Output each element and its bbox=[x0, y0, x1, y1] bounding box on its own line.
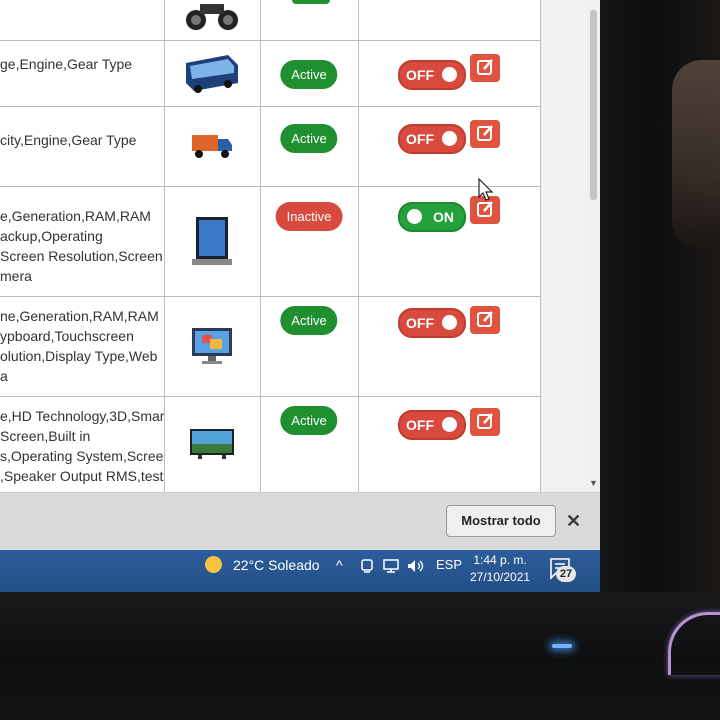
show-all-button[interactable]: Mostrar todo bbox=[446, 505, 556, 537]
clock[interactable]: 1:44 p. m. 27/10/2021 bbox=[470, 552, 530, 586]
language-indicator[interactable]: ESP bbox=[436, 557, 462, 572]
attributes-text: e,Generation,RAM,RAM ackup,Operating Scr… bbox=[0, 208, 163, 284]
image-cell bbox=[164, 106, 261, 186]
table-row: e,Generation,RAM,RAM ackup,Operating Scr… bbox=[0, 186, 541, 297]
actions-cell: OFF bbox=[358, 106, 541, 186]
edit-button[interactable] bbox=[470, 54, 500, 82]
monitor-screen: ge,Engine,Gear Type Active OFF city,Engi… bbox=[0, 0, 600, 592]
table-row bbox=[0, 0, 541, 41]
image-cell bbox=[164, 40, 261, 106]
windows-taskbar: 22°C Soleado ^ ESP 1:44 p. m. 27/10/2021 bbox=[0, 550, 600, 592]
actions-cell: ON bbox=[358, 186, 541, 296]
toggle-switch[interactable]: OFF bbox=[398, 60, 466, 90]
photo-scene: ge,Engine,Gear Type Active OFF city,Engi… bbox=[0, 0, 720, 720]
attributes-text: city,Engine,Gear Type bbox=[0, 132, 137, 148]
status-cell: Active bbox=[260, 396, 359, 492]
table-row: e,HD Technology,3D,Smart Screen,Built in… bbox=[0, 396, 541, 492]
image-cell bbox=[164, 396, 261, 492]
attributes-cell: ne,Generation,RAM,RAM ypboard,Touchscree… bbox=[0, 296, 165, 396]
clock-time: 1:44 p. m. bbox=[473, 553, 527, 567]
toggle-switch[interactable]: OFF bbox=[398, 410, 466, 440]
motorcycle-icon bbox=[186, 4, 238, 30]
actions-cell bbox=[358, 0, 541, 40]
laptop-icon bbox=[192, 217, 232, 265]
table-row: ge,Engine,Gear Type Active OFF bbox=[0, 40, 541, 107]
image-cell bbox=[164, 296, 261, 396]
bus-icon bbox=[186, 55, 238, 93]
status-cell: Inactive bbox=[260, 186, 359, 296]
attributes-text: ge,Engine,Gear Type bbox=[0, 56, 133, 72]
toggle-label: OFF bbox=[406, 315, 434, 331]
toggle-knob bbox=[442, 315, 457, 330]
edit-icon bbox=[477, 413, 493, 429]
edit-icon bbox=[477, 125, 493, 141]
volume-icon[interactable] bbox=[406, 558, 426, 574]
chevron-up-icon[interactable]: ^ bbox=[336, 557, 343, 573]
notification-count-badge: 27 bbox=[556, 566, 576, 582]
mouse-cursor-icon bbox=[478, 178, 494, 201]
truck-icon bbox=[192, 135, 232, 158]
table-row: ne,Generation,RAM,RAM ypboard,Touchscree… bbox=[0, 296, 541, 397]
vertical-scrollbar[interactable]: ▼ bbox=[586, 0, 600, 492]
edit-button[interactable] bbox=[470, 408, 500, 436]
toggle-knob bbox=[442, 131, 457, 146]
actions-cell: OFF bbox=[358, 296, 541, 396]
toggle-knob bbox=[442, 417, 457, 432]
tv-icon bbox=[190, 429, 234, 459]
edit-button[interactable] bbox=[470, 306, 500, 334]
scroll-down-arrow-icon[interactable]: ▼ bbox=[589, 478, 598, 488]
table-row: city,Engine,Gear Type Active OFF bbox=[0, 106, 541, 187]
close-icon[interactable]: ✕ bbox=[566, 511, 581, 532]
attributes-cell: ge,Engine,Gear Type bbox=[0, 40, 165, 106]
status-badge[interactable]: Active bbox=[280, 60, 338, 89]
toggle-switch[interactable]: OFF bbox=[398, 124, 466, 154]
actions-cell: OFF bbox=[358, 40, 541, 106]
attributes-text: ne,Generation,RAM,RAM ypboard,Touchscree… bbox=[0, 308, 159, 384]
status-badge[interactable]: Inactive bbox=[275, 202, 343, 231]
attributes-cell: city,Engine,Gear Type bbox=[0, 106, 165, 186]
download-notification-bar: Mostrar todo ✕ bbox=[0, 492, 600, 551]
products-table: ge,Engine,Gear Type Active OFF city,Engi… bbox=[0, 0, 541, 492]
toggle-label: OFF bbox=[406, 417, 434, 433]
status-badge[interactable]: Active bbox=[280, 406, 338, 435]
status-cell: Active bbox=[260, 296, 359, 396]
status-cell bbox=[260, 0, 359, 40]
edit-button[interactable] bbox=[470, 120, 500, 148]
toggle-label: ON bbox=[433, 209, 454, 225]
clock-date: 27/10/2021 bbox=[470, 570, 531, 584]
actions-cell: OFF bbox=[358, 396, 541, 492]
toggle-label: OFF bbox=[406, 67, 434, 83]
status-badge[interactable]: Active bbox=[280, 306, 338, 335]
status-badge[interactable]: Active bbox=[280, 124, 338, 153]
attributes-text: e,HD Technology,3D,Smart Screen,Built in… bbox=[0, 408, 164, 484]
sun-icon bbox=[205, 556, 222, 573]
weather-widget[interactable]: 22°C Soleado bbox=[233, 557, 320, 573]
toggle-switch[interactable]: ON bbox=[398, 202, 466, 232]
monitor-power-led bbox=[552, 644, 572, 648]
desktop-monitor-icon bbox=[192, 328, 232, 364]
scrollbar-thumb[interactable] bbox=[590, 10, 597, 200]
status-badge[interactable] bbox=[292, 0, 330, 4]
attributes-cell bbox=[0, 0, 165, 40]
edit-icon bbox=[477, 59, 493, 75]
toggle-knob bbox=[442, 67, 457, 82]
toggle-label: OFF bbox=[406, 131, 434, 147]
meet-now-icon[interactable] bbox=[360, 558, 374, 574]
background-person bbox=[672, 60, 720, 250]
toggle-knob bbox=[407, 209, 422, 224]
image-cell bbox=[164, 0, 261, 40]
toggle-switch[interactable]: OFF bbox=[398, 308, 466, 338]
image-cell bbox=[164, 186, 261, 296]
edit-icon bbox=[477, 311, 493, 327]
attributes-cell: e,Generation,RAM,RAM ackup,Operating Scr… bbox=[0, 186, 165, 296]
network-icon[interactable] bbox=[382, 558, 400, 574]
status-cell: Active bbox=[260, 106, 359, 186]
attributes-cell: e,HD Technology,3D,Smart Screen,Built in… bbox=[0, 396, 165, 492]
status-cell: Active bbox=[260, 40, 359, 106]
monitor-bezel-bottom bbox=[0, 592, 720, 720]
